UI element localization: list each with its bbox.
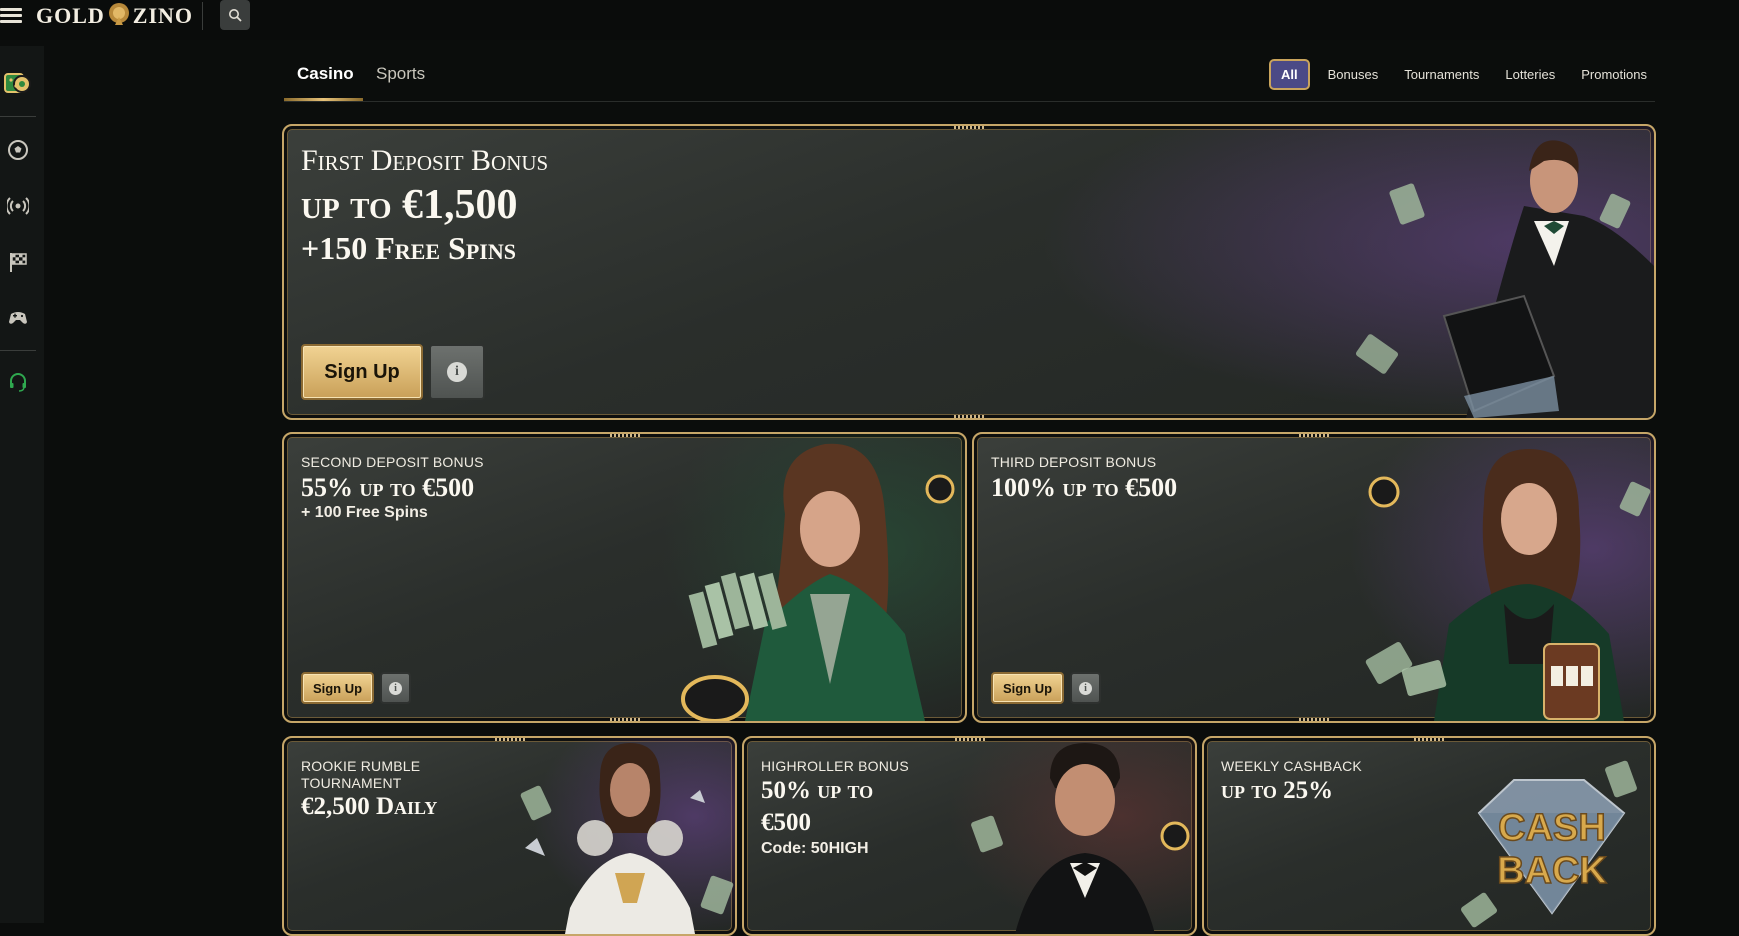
card-kicker: Second Deposit Bonus [301, 454, 484, 470]
sidebar-item-live[interactable] [0, 188, 36, 224]
info-button[interactable]: i [1070, 672, 1101, 704]
info-icon: i [1079, 681, 1092, 695]
search-button[interactable] [220, 0, 250, 30]
card-notch [954, 126, 984, 129]
cashback-badge-line-1: CASH [1498, 807, 1606, 849]
card-headline: up to €1,500 [301, 182, 518, 228]
promo-art-man-briefcase [1355, 140, 1654, 418]
active-tab-indicator [284, 98, 363, 101]
logo-text-right: ZINO [132, 3, 194, 28]
promo-card-second-deposit[interactable]: Second Deposit Bonus 55% up to €500 + 10… [282, 432, 967, 723]
card-notch [609, 434, 640, 437]
promo-card-first-deposit[interactable]: First Deposit Bonus up to €1,500 +150 Fr… [282, 124, 1656, 420]
card-kicker: Third Deposit Bonus [991, 454, 1157, 470]
soccer-ball-icon [8, 140, 28, 160]
promo-code: Code: 50HIGH [761, 840, 869, 857]
sign-up-button[interactable]: Sign Up [991, 672, 1064, 704]
card-subline: + 100 Free Spins [301, 504, 428, 521]
support-headset-icon [10, 373, 26, 392]
racing-flag-icon [10, 253, 27, 272]
sign-up-button[interactable]: Sign Up [301, 344, 423, 400]
sidebar-item-sports[interactable] [0, 132, 36, 168]
promo-card-weekly-cashback[interactable]: CASH BACK Weekly Cashback up to 25% [1202, 736, 1656, 936]
promo-card-rookie-rumble[interactable]: Rookie Rumble Tournament €2,500 Daily [282, 736, 737, 936]
card-kicker: First Deposit Bonus [301, 144, 549, 177]
card-headline: 100% up to €500 [991, 473, 1178, 502]
live-icon [7, 197, 29, 215]
filter-all[interactable]: All [1269, 58, 1310, 90]
sidebar-item-support[interactable] [0, 364, 36, 400]
card-notch [954, 415, 984, 418]
tab-casino[interactable]: Casino [297, 60, 354, 84]
info-button[interactable]: i [429, 344, 485, 400]
tab-sports[interactable]: Sports [376, 60, 425, 84]
card-notch [1299, 718, 1329, 721]
hamburger-icon[interactable] [0, 5, 22, 23]
card-subline: +150 Free Spins [301, 230, 516, 266]
card-headline-line-2: €500 [761, 809, 811, 836]
card-kicker: Rookie Rumble Tournament [301, 758, 420, 792]
card-notch [609, 718, 640, 721]
sidebar-divider [0, 116, 36, 117]
card-headline: 55% up to €500 [301, 473, 475, 502]
filter-lotteries[interactable]: Lotteries [1497, 60, 1563, 89]
sidebar-item-racing[interactable] [0, 244, 36, 280]
sign-up-button[interactable]: Sign Up [301, 672, 374, 704]
cashback-badge-line-2: BACK [1497, 850, 1607, 892]
card-notch [1299, 434, 1329, 437]
promo-art-man-chips [971, 743, 1190, 934]
card-kicker-line-1: Rookie Rumble [301, 758, 421, 774]
card-kicker: Highroller Bonus [761, 758, 909, 774]
info-icon: i [389, 681, 402, 695]
filter-tournaments[interactable]: Tournaments [1396, 60, 1487, 89]
logo-divider [202, 2, 203, 30]
promo-filters: All Bonuses Tournaments Lotteries Promot… [1269, 58, 1655, 90]
search-icon [229, 9, 242, 22]
sidebar-item-esports[interactable] [0, 300, 36, 336]
filter-promotions[interactable]: Promotions [1573, 60, 1655, 89]
sidebar-item-casino[interactable] [0, 64, 36, 100]
info-icon: i [447, 362, 467, 382]
logo-text-left: GOLD [36, 3, 105, 28]
casino-icon [4, 73, 31, 93]
sidebar-divider [0, 350, 36, 351]
promo-card-highroller[interactable]: Highroller Bonus 50% up to €500 Code: 50… [742, 736, 1197, 936]
logo[interactable]: GOLD ZINO [36, 1, 193, 29]
promo-card-third-deposit[interactable]: Third Deposit Bonus 100% up to €500 Sign… [972, 432, 1656, 723]
card-headline: €2,500 Daily [301, 793, 438, 820]
card-headline: up to 25% [1221, 777, 1334, 804]
esports-gamepad-icon [9, 312, 27, 324]
logo-emblem-icon [108, 3, 129, 25]
sidebar [0, 46, 44, 923]
info-button[interactable]: i [380, 672, 411, 704]
top-bar: GOLD ZINO [0, 0, 1739, 40]
promo-art-woman-cash [681, 443, 955, 721]
promo-art-woman-trophy [520, 743, 734, 934]
filter-bonuses[interactable]: Bonuses [1320, 60, 1387, 89]
card-kicker: Weekly Cashback [1221, 758, 1362, 774]
promo-art-diamond-cashback: CASH BACK [1461, 760, 1637, 928]
card-headline-line-1: 50% up to [761, 777, 874, 804]
card-kicker-line-2: Tournament [301, 775, 402, 791]
promo-art-woman-slot [1365, 449, 1651, 721]
